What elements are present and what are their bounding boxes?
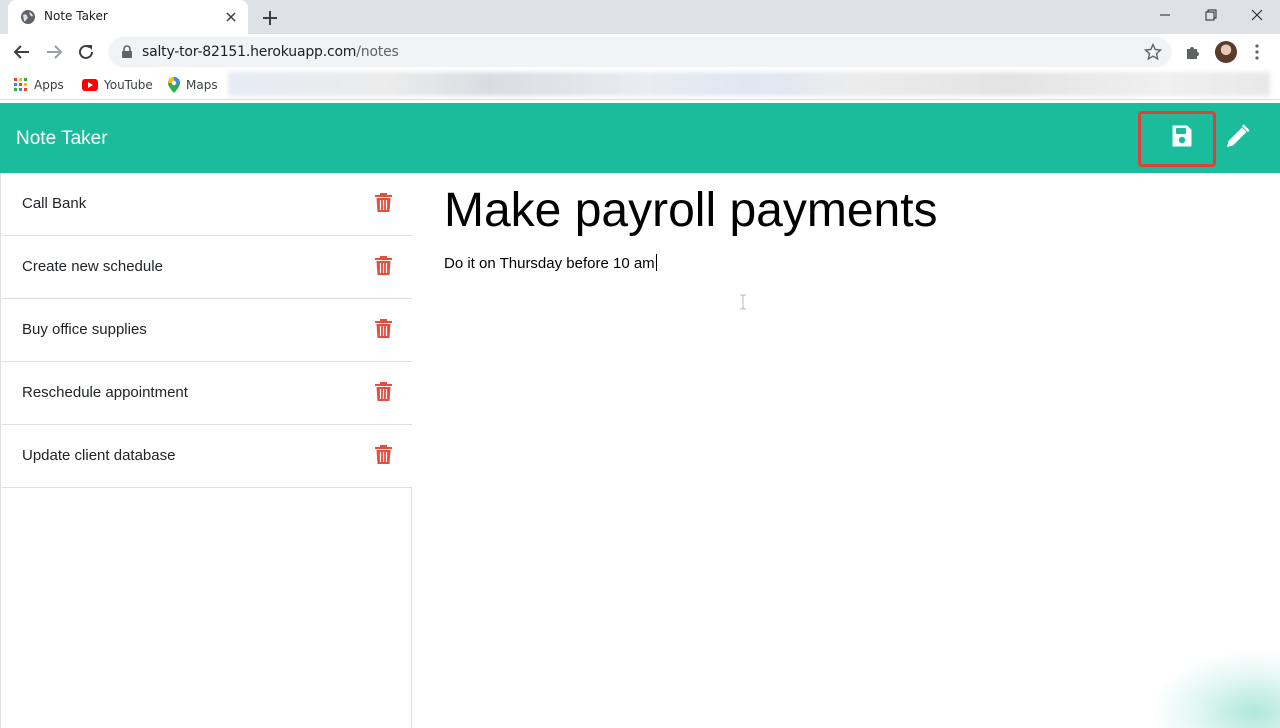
blurred-bookmarks xyxy=(228,72,1270,96)
note-text-area[interactable]: Do it on Thursday before 10 am xyxy=(444,254,657,272)
minimize-icon xyxy=(1160,14,1170,16)
puzzle-icon xyxy=(1187,47,1199,59)
profile-avatar[interactable] xyxy=(1215,41,1237,63)
close-tab-icon[interactable] xyxy=(222,8,240,26)
note-list-item[interactable]: Create new schedule xyxy=(2,236,412,299)
trash-icon[interactable] xyxy=(375,256,392,275)
arrow-left-icon xyxy=(13,45,29,59)
note-title[interactable]: Buy office supplies xyxy=(22,321,147,338)
kebab-menu-icon xyxy=(1255,44,1259,60)
ibeam-cursor-icon xyxy=(740,294,746,310)
note-list-item[interactable]: Update client database xyxy=(2,425,412,488)
browser-tab[interactable]: Note Taker xyxy=(8,0,248,34)
close-icon xyxy=(1251,9,1263,21)
bookmark-apps[interactable]: Apps xyxy=(14,76,64,94)
note-list-item[interactable]: Reschedule appointment xyxy=(2,362,412,425)
save-icon[interactable] xyxy=(1171,124,1193,148)
note-title[interactable]: Call Bank xyxy=(22,195,86,212)
url-host: salty-tor-82151.herokuapp.com xyxy=(142,44,357,60)
url-path: /notes xyxy=(356,44,399,60)
restore-icon xyxy=(1205,9,1217,21)
app-navbar: Note Taker xyxy=(0,103,1280,173)
youtube-icon xyxy=(82,79,98,91)
bookmark-star-icon[interactable] xyxy=(1144,43,1162,61)
note-title[interactable]: Reschedule appointment xyxy=(22,384,188,401)
trash-icon[interactable] xyxy=(375,445,392,464)
note-list-item[interactable]: Call Bank xyxy=(2,173,412,236)
browser-toolbar: salty-tor-82151.herokuapp.com/notes xyxy=(0,34,1280,70)
extensions-button[interactable] xyxy=(1182,41,1204,63)
trash-icon[interactable] xyxy=(375,382,392,401)
bookmark-youtube[interactable]: YouTube xyxy=(82,76,153,94)
forward-button[interactable] xyxy=(42,40,66,64)
back-button[interactable] xyxy=(10,40,34,64)
globe-icon xyxy=(21,10,35,24)
note-list-item[interactable]: Buy office supplies xyxy=(2,299,412,362)
arrow-right-icon xyxy=(47,45,63,59)
restore-button[interactable] xyxy=(1188,0,1234,30)
tab-title: Note Taker xyxy=(44,9,108,23)
address-bar[interactable]: salty-tor-82151.herokuapp.com/notes xyxy=(108,37,1172,67)
apps-grid-icon xyxy=(14,78,27,91)
reload-icon xyxy=(79,44,93,59)
bookmark-label: Maps xyxy=(186,78,218,92)
bookmark-label: YouTube xyxy=(104,78,153,92)
note-body-text: Do it on Thursday before 10 am xyxy=(444,255,655,272)
new-tab-icon[interactable] xyxy=(259,7,281,29)
minimize-button[interactable] xyxy=(1142,0,1188,30)
corner-glow xyxy=(1150,650,1280,728)
browser-menu-button[interactable] xyxy=(1246,41,1268,63)
bookmark-label: Apps xyxy=(34,78,64,92)
bookmark-maps[interactable]: Maps xyxy=(168,76,218,94)
browser-tabstrip: Note Taker xyxy=(0,0,1280,34)
app-title[interactable]: Note Taker xyxy=(16,128,108,150)
note-title-input[interactable]: Make payroll payments xyxy=(444,183,938,238)
reload-button[interactable] xyxy=(74,40,98,64)
note-title[interactable]: Create new schedule xyxy=(22,258,163,275)
notes-list: Call Bank Create new schedule Buy office… xyxy=(0,173,412,728)
text-caret xyxy=(655,254,657,271)
close-window-button[interactable] xyxy=(1234,0,1280,30)
maps-pin-icon xyxy=(168,77,180,93)
trash-icon[interactable] xyxy=(375,319,392,338)
note-title[interactable]: Update client database xyxy=(22,447,175,464)
trash-icon[interactable] xyxy=(375,193,392,212)
lock-icon[interactable] xyxy=(120,45,134,59)
url-text[interactable]: salty-tor-82151.herokuapp.com/notes xyxy=(142,44,399,60)
pencil-icon[interactable] xyxy=(1224,124,1250,150)
